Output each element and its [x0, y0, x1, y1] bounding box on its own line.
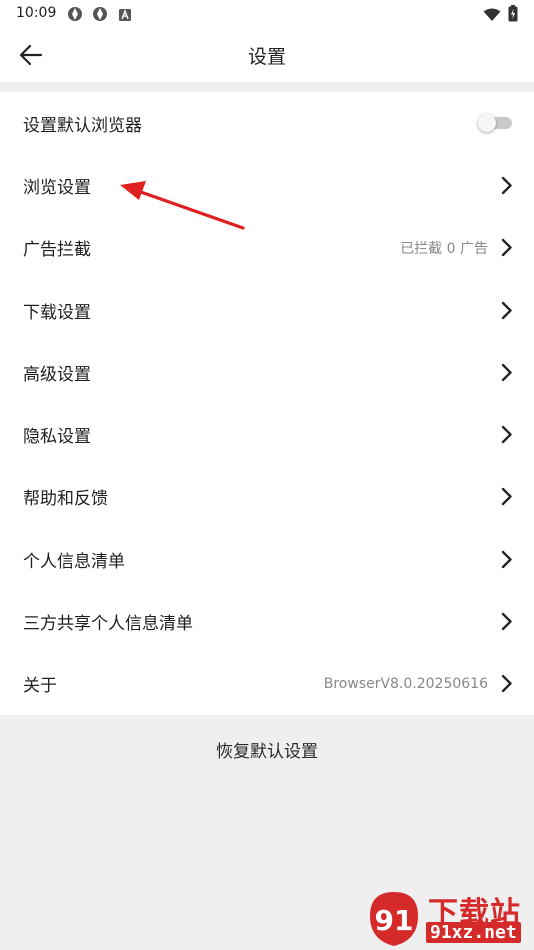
- status-bar: 10:09: [0, 0, 534, 28]
- chevron-right-icon: [500, 549, 514, 569]
- settings-list: 设置默认浏览器 浏览设置 广告拦截 已拦截 0 广告 下载设置 高级设置 隐私设…: [0, 92, 534, 715]
- setting-row-help-feedback[interactable]: 帮助和反馈: [0, 466, 534, 528]
- setting-label: 三方共享个人信息清单: [23, 614, 193, 635]
- app-icon: [91, 6, 109, 26]
- setting-row-advanced[interactable]: 高级设置: [0, 341, 534, 403]
- setting-label: 浏览设置: [23, 177, 91, 198]
- watermark-logo-text: 91: [375, 904, 414, 937]
- watermark-logo: 91: [370, 892, 418, 946]
- chevron-right-icon: [500, 612, 514, 632]
- setting-label: 设置默认浏览器: [23, 115, 142, 136]
- watermark-url: 91xz.net: [426, 922, 521, 943]
- setting-label: 帮助和反馈: [23, 489, 108, 510]
- setting-row-download[interactable]: 下载设置: [0, 279, 534, 341]
- chevron-right-icon: [500, 362, 514, 382]
- section-divider: [0, 82, 534, 92]
- battery-icon: [508, 5, 518, 26]
- app-bar: 设置: [0, 28, 534, 82]
- chevron-right-icon: [500, 674, 514, 694]
- setting-label: 隐私设置: [23, 427, 91, 448]
- reset-defaults-button[interactable]: 恢复默认设置: [0, 737, 534, 762]
- setting-row-about[interactable]: 关于 BrowserV8.0.20250616: [0, 653, 534, 715]
- setting-label: 下载设置: [23, 302, 91, 323]
- setting-label: 广告拦截: [23, 240, 91, 261]
- default-browser-toggle[interactable]: [478, 114, 516, 133]
- status-time: 10:09: [16, 5, 57, 21]
- setting-row-privacy[interactable]: 隐私设置: [0, 403, 534, 465]
- chevron-right-icon: [500, 238, 514, 258]
- setting-row-personal-info[interactable]: 个人信息清单: [0, 528, 534, 590]
- chevron-right-icon: [500, 300, 514, 320]
- app-icon: [66, 6, 84, 26]
- setting-row-adblock[interactable]: 广告拦截 已拦截 0 广告: [0, 217, 534, 279]
- adblock-count: 已拦截 0 广告: [400, 240, 488, 257]
- chevron-right-icon: [500, 175, 514, 195]
- setting-row-default-browser[interactable]: 设置默认浏览器: [0, 92, 534, 154]
- chevron-right-icon: [500, 425, 514, 445]
- android-icon: [118, 7, 132, 26]
- app-version: BrowserV8.0.20250616: [323, 675, 488, 692]
- setting-row-browse[interactable]: 浏览设置: [0, 154, 534, 216]
- watermark: 91 下载站 91xz.net: [362, 888, 534, 950]
- setting-label: 个人信息清单: [23, 551, 125, 572]
- setting-label: 关于: [23, 676, 57, 697]
- chevron-right-icon: [500, 487, 514, 507]
- setting-label: 高级设置: [23, 364, 91, 385]
- page-title: 设置: [247, 46, 286, 68]
- setting-row-third-party-info[interactable]: 三方共享个人信息清单: [0, 590, 534, 652]
- wifi-icon: [483, 7, 501, 26]
